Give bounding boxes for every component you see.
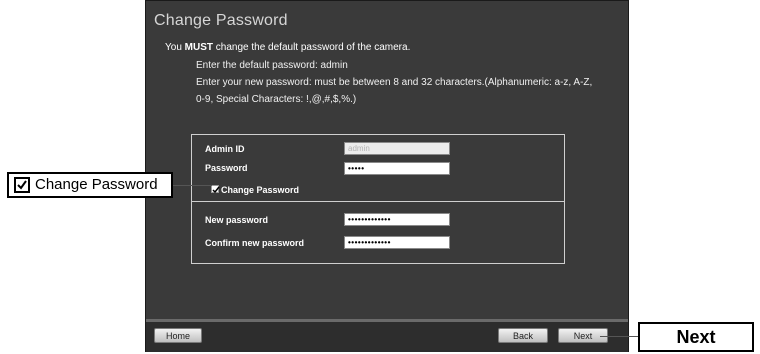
password-form: Admin ID admin Password ••••• Change Pas… <box>191 134 565 264</box>
new-password-label: New password <box>205 215 269 225</box>
page-title: Change Password <box>154 12 288 29</box>
callout-label: Change Password <box>35 176 158 193</box>
instruction-new-password: Enter your new password: must be between… <box>196 77 593 88</box>
form-divider <box>192 201 564 202</box>
instruction-characters: 0-9, Special Characters: !,@,#,$,%.) <box>196 94 357 105</box>
checkmark-icon <box>212 186 220 194</box>
intro-suffix: change the default password of the camer… <box>213 42 411 53</box>
confirm-password-field[interactable]: ••••••••••••• <box>344 236 450 249</box>
new-password-field[interactable]: ••••••••••••• <box>344 213 450 226</box>
callout-leader-line <box>172 185 212 186</box>
home-button[interactable]: Home <box>154 328 202 343</box>
change-password-panel: Change Password You MUST change the defa… <box>145 0 629 352</box>
admin-id-field: admin <box>344 142 450 155</box>
callout-leader-line <box>600 336 638 337</box>
checkbox-checked-icon <box>14 177 30 193</box>
admin-id-label: Admin ID <box>205 144 245 154</box>
password-label: Password <box>205 163 248 173</box>
password-field[interactable]: ••••• <box>344 162 450 175</box>
next-callout: Next <box>638 322 754 352</box>
change-password-checkbox-label[interactable]: Change Password <box>221 185 299 195</box>
change-password-checkbox[interactable] <box>211 185 220 194</box>
intro-text: You MUST change the default password of … <box>165 42 410 53</box>
confirm-password-label: Confirm new password <box>205 238 305 248</box>
intro-emphasis: MUST <box>184 42 213 53</box>
toolbar-separator <box>146 319 628 322</box>
change-password-callout: Change Password <box>7 172 173 198</box>
bottom-toolbar: Home Back Next <box>146 319 628 352</box>
instruction-default-password: Enter the default password: admin <box>196 60 348 71</box>
back-button[interactable]: Back <box>498 328 548 343</box>
intro-prefix: You <box>165 42 185 53</box>
